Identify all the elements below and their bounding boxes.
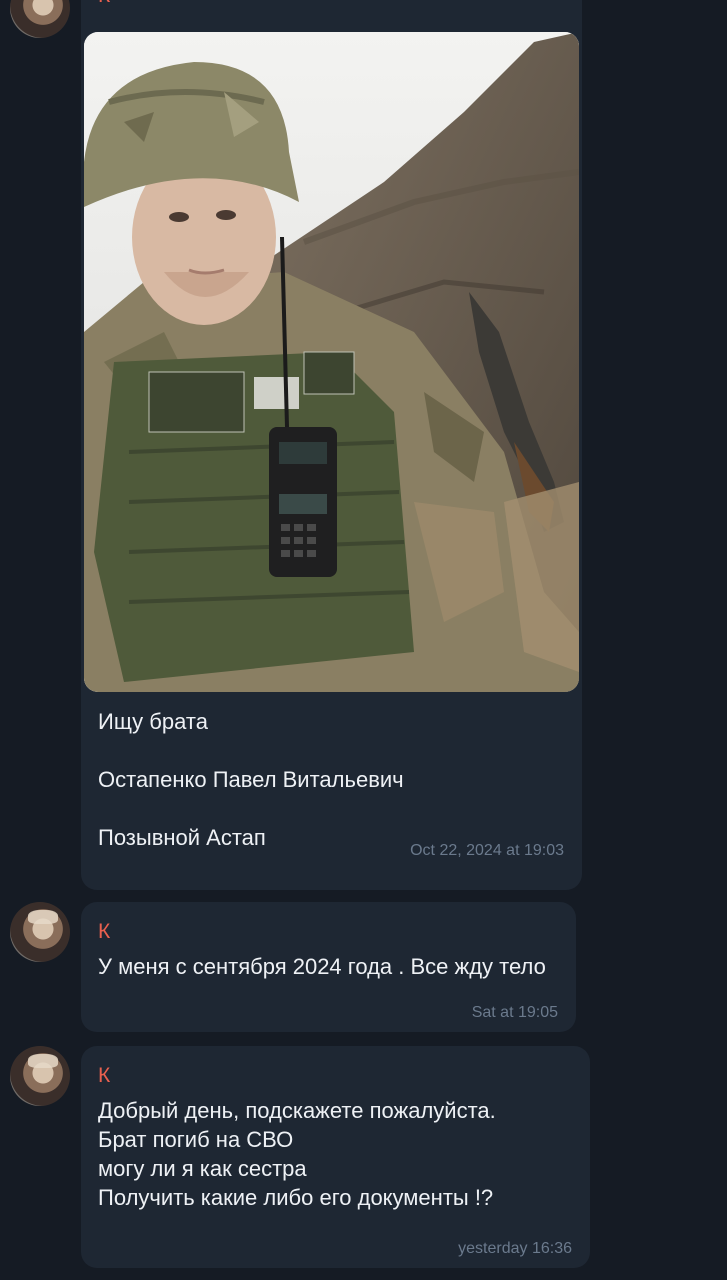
sender-avatar[interactable] — [10, 902, 70, 962]
message-photo[interactable] — [84, 32, 579, 692]
sender-name[interactable]: К — [98, 0, 110, 8]
sender-name[interactable]: К — [98, 920, 558, 944]
message-text: У меня с сентября 2024 года . Все жду те… — [98, 954, 546, 979]
sender-avatar[interactable] — [10, 1046, 70, 1106]
message-bubble[interactable]: К — [81, 0, 582, 890]
sender-avatar[interactable] — [10, 0, 70, 38]
soldier-photo-image — [84, 32, 579, 692]
message-timestamp: Oct 22, 2024 at 19:03 — [410, 842, 564, 859]
message-text: Добрый день, подскажете пожалуйста. Брат… — [98, 1098, 496, 1210]
message-text: Ищу брата Остапенко Павел Витальевич Поз… — [98, 709, 404, 850]
message-timestamp: Sat at 19:05 — [471, 1004, 558, 1021]
message-timestamp: yesterday 16:36 — [458, 1240, 572, 1257]
message-bubble[interactable]: К Добрый день, подскажете пожалуйста. Бр… — [81, 1046, 590, 1268]
sender-name[interactable]: К — [98, 1064, 572, 1088]
message-bubble[interactable]: К У меня с сентября 2024 года . Все жду … — [81, 902, 576, 1032]
